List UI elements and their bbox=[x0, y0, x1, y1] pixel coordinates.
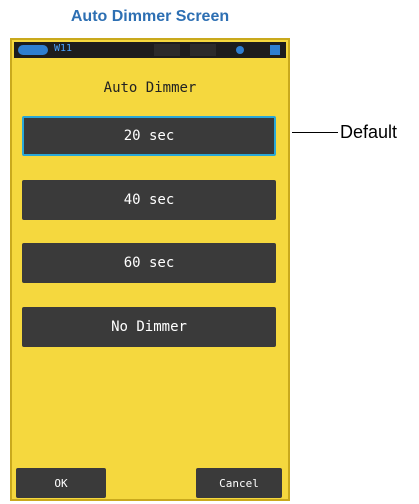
option-no-dimmer-button[interactable]: No Dimmer bbox=[22, 307, 276, 347]
status-dot-icon bbox=[236, 46, 244, 54]
battery-indicator-icon bbox=[18, 45, 48, 55]
callout-line bbox=[292, 132, 338, 133]
option-60-sec-button[interactable]: 60 sec bbox=[22, 243, 276, 283]
ok-button[interactable]: OK bbox=[16, 468, 106, 498]
status-bar: W11 bbox=[14, 42, 286, 58]
option-40-sec-button[interactable]: 40 sec bbox=[22, 180, 276, 220]
page-title: Auto Dimmer Screen bbox=[70, 8, 230, 25]
status-block-icon bbox=[154, 44, 180, 56]
screen-title: Auto Dimmer bbox=[103, 80, 197, 96]
status-text: W11 bbox=[54, 43, 73, 54]
default-callout: Default bbox=[340, 122, 398, 142]
status-lock-icon bbox=[270, 45, 280, 55]
option-20-sec-button[interactable]: 20 sec bbox=[22, 116, 276, 156]
device-screen: W11 Auto Dimmer 20 sec 40 sec 60 sec No … bbox=[10, 38, 290, 501]
status-block-icon bbox=[190, 44, 216, 56]
cancel-button[interactable]: Cancel bbox=[196, 468, 282, 498]
